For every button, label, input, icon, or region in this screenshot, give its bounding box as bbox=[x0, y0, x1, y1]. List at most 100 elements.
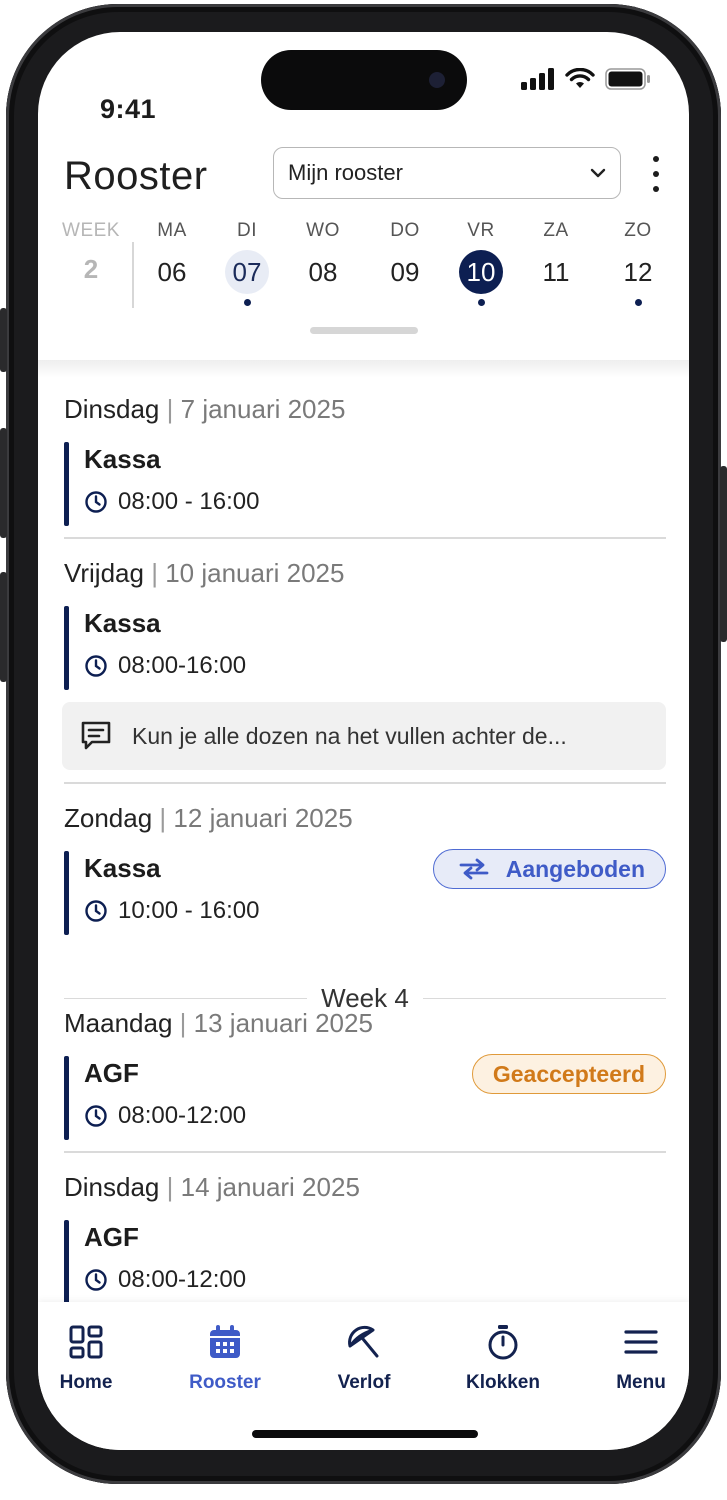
nav-menu-label: Menu bbox=[616, 1372, 666, 1393]
nav-verlof-label: Verlof bbox=[337, 1372, 391, 1393]
status-badge-accepted[interactable]: Geaccepteerd bbox=[471, 1054, 666, 1094]
day-label: ZO bbox=[624, 220, 652, 241]
day-sat[interactable]: ZA 11 bbox=[526, 220, 586, 306]
day-fri[interactable]: VR 10 bbox=[451, 220, 511, 306]
day-separator: | bbox=[159, 803, 167, 833]
shift-bar bbox=[64, 442, 69, 526]
day-header: Zondag | 12 januari 2025 bbox=[64, 803, 353, 834]
week-divider bbox=[132, 242, 134, 308]
bottom-nav: Home Rooster Verlof Klokken Menu bbox=[38, 1302, 689, 1450]
volume-down-button bbox=[0, 572, 7, 682]
day-header: Dinsdag | 14 januari 2025 bbox=[64, 1172, 360, 1203]
day-date: 06 bbox=[157, 256, 187, 287]
shift-note[interactable]: Kun je alle dozen na het vullen achter d… bbox=[62, 702, 666, 770]
shift-card[interactable]: Kassa 10:00 - 16:00 Aangeboden bbox=[64, 849, 666, 937]
day-date: 12 bbox=[623, 256, 653, 287]
day-date-text: 13 januari 2025 bbox=[193, 1008, 373, 1038]
signal-icon bbox=[521, 68, 554, 90]
shift-time-text: 08:00-12:00 bbox=[118, 1266, 247, 1293]
divider bbox=[64, 537, 666, 539]
day-sun[interactable]: ZO 12 bbox=[608, 220, 668, 306]
divider bbox=[64, 782, 666, 784]
shift-note-text: Kun je alle dozen na het vullen achter d… bbox=[132, 722, 567, 749]
day-date-text: 10 januari 2025 bbox=[165, 558, 345, 588]
day-tue[interactable]: DI 07 bbox=[217, 220, 277, 306]
shift-time: 08:00-12:00 bbox=[84, 1102, 246, 1130]
clock-icon bbox=[85, 1105, 107, 1127]
day-separator: | bbox=[166, 394, 174, 424]
day-date: 11 bbox=[542, 256, 570, 287]
clock-icon bbox=[85, 900, 107, 922]
shift-time-text: 08:00-16:00 bbox=[118, 652, 247, 679]
screen: 9:41 Rooster Mijn rooster WEEK 2 MA 06 D… bbox=[38, 32, 689, 1450]
day-name: Vrijdag bbox=[64, 558, 144, 588]
shift-name: Kassa bbox=[84, 853, 161, 883]
dashboard-icon bbox=[69, 1325, 103, 1359]
shift-dot bbox=[402, 299, 409, 306]
calendar-icon bbox=[210, 1325, 240, 1358]
shift-time-text: 08:00-12:00 bbox=[118, 1102, 247, 1129]
day-label: MA bbox=[157, 220, 187, 241]
status-time: 9:41 bbox=[100, 94, 157, 124]
shift-time-text: 10:00 - 16:00 bbox=[118, 897, 260, 924]
day-name: Dinsdag bbox=[64, 1172, 160, 1202]
nav-menu[interactable]: Menu bbox=[586, 1322, 689, 1394]
shift-card[interactable]: Kassa 08:00-16:00 bbox=[64, 606, 666, 692]
day-wed[interactable]: WO 08 bbox=[293, 220, 353, 306]
status-badge-label: Aangeboden bbox=[505, 855, 645, 882]
dynamic-island bbox=[261, 50, 467, 110]
power-button bbox=[720, 466, 727, 642]
shift-card[interactable]: Kassa 08:00 - 16:00 bbox=[64, 442, 666, 528]
shift-card[interactable]: AGF 08:00-12:00 Geaccepteerd bbox=[64, 1054, 666, 1142]
shift-dot bbox=[243, 299, 251, 306]
day-label: DI bbox=[237, 220, 257, 241]
beach-umbrella-icon bbox=[348, 1325, 379, 1358]
day-header: Dinsdag | 7 januari 2025 bbox=[64, 394, 345, 425]
nav-home[interactable]: Home bbox=[38, 1322, 141, 1394]
shift-name: AGF bbox=[84, 1222, 139, 1252]
shift-time-text: 08:00 - 16:00 bbox=[118, 488, 260, 515]
day-date-text: 7 januari 2025 bbox=[180, 394, 346, 424]
shift-name: Kassa bbox=[84, 444, 161, 474]
day-thu[interactable]: DO 09 bbox=[375, 220, 435, 306]
message-icon bbox=[81, 721, 111, 750]
week-separator-line bbox=[422, 997, 666, 1000]
day-name: Dinsdag bbox=[64, 394, 160, 424]
kebab-dot bbox=[653, 171, 659, 177]
shift-time: 08:00-12:00 bbox=[84, 1266, 246, 1294]
nav-klokken[interactable]: Klokken bbox=[448, 1322, 558, 1394]
shift-time: 10:00 - 16:00 bbox=[84, 897, 259, 925]
day-label: WO bbox=[306, 220, 340, 241]
day-label: ZA bbox=[543, 220, 569, 241]
kebab-dot bbox=[653, 156, 659, 162]
page-title: Rooster bbox=[64, 154, 208, 198]
silent-switch bbox=[0, 308, 7, 372]
shift-time: 08:00-16:00 bbox=[84, 652, 246, 680]
nav-klokken-label: Klokken bbox=[466, 1372, 540, 1393]
schedule-list[interactable]: Dinsdag | 7 januari 2025 Kassa 08:00 - 1… bbox=[38, 378, 689, 1302]
clock-icon bbox=[85, 491, 107, 513]
nav-verlof[interactable]: Verlof bbox=[309, 1322, 419, 1394]
status-icons bbox=[521, 68, 651, 90]
shift-time: 08:00 - 16:00 bbox=[84, 488, 259, 516]
shift-card[interactable]: AGF 08:00-12:00 bbox=[64, 1220, 666, 1302]
day-separator: | bbox=[179, 1008, 187, 1038]
day-header: Vrijdag | 10 januari 2025 bbox=[64, 558, 344, 589]
day-date: 08 bbox=[308, 256, 338, 287]
week-separator-line bbox=[64, 997, 308, 1000]
schedule-select-value: Mijn rooster bbox=[288, 160, 403, 185]
more-options-button[interactable] bbox=[646, 156, 666, 192]
day-date-text: 14 januari 2025 bbox=[180, 1172, 360, 1202]
week-number: 2 bbox=[83, 254, 99, 284]
drag-handle[interactable] bbox=[310, 327, 418, 334]
schedule-select[interactable]: Mijn rooster bbox=[273, 147, 621, 199]
shift-name: Kassa bbox=[84, 608, 161, 638]
home-indicator[interactable] bbox=[252, 1430, 478, 1438]
nav-rooster[interactable]: Rooster bbox=[170, 1322, 280, 1394]
kebab-dot bbox=[653, 186, 659, 192]
shift-bar bbox=[64, 1220, 69, 1302]
day-name: Zondag bbox=[64, 803, 153, 833]
nav-rooster-label: Rooster bbox=[189, 1372, 261, 1393]
day-mon[interactable]: MA 06 bbox=[142, 220, 202, 306]
status-badge-offered[interactable]: Aangeboden bbox=[432, 849, 666, 889]
